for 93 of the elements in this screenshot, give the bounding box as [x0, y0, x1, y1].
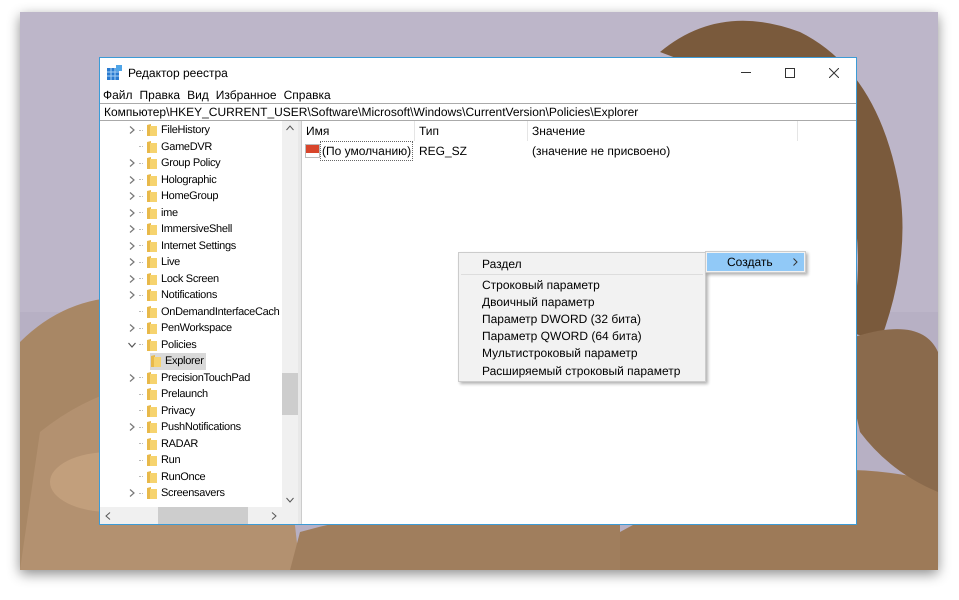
- expand-chevron-icon[interactable]: [128, 324, 136, 332]
- menu-item[interactable]: Вид: [187, 86, 209, 104]
- scrollbar-thumb[interactable]: [158, 507, 248, 524]
- expand-chevron-icon[interactable]: [128, 242, 136, 250]
- folder-icon: [146, 453, 158, 468]
- address-bar[interactable]: Компьютер\HKEY_CURRENT_USER\Software\Microsoft\Windows\CurrentVersion\Policies\Explorer: [100, 103, 856, 121]
- tree-item[interactable]: FileHistory: [146, 122, 212, 138]
- folder-icon: [146, 172, 158, 187]
- close-icon: [829, 68, 839, 78]
- expand-chevron-icon[interactable]: [128, 374, 136, 382]
- expand-chevron-icon[interactable]: [128, 208, 136, 217]
- expand-chevron-icon[interactable]: [128, 126, 136, 134]
- tree-item[interactable]: OnDemandInterfaceCach: [146, 304, 282, 320]
- folder-icon: [146, 189, 158, 204]
- tree-item[interactable]: Group Policy: [146, 155, 222, 172]
- folder-icon: [146, 387, 158, 402]
- folder-icon: [146, 206, 158, 220]
- menu-item[interactable]: Параметр QWORD (64 бита): [459, 328, 705, 345]
- menu-item[interactable]: Мультистроковый параметр: [459, 344, 705, 362]
- menu-item[interactable]: Строковый параметр: [459, 276, 705, 294]
- column-header[interactable]: Тип: [415, 121, 528, 141]
- string-value-icon: [305, 144, 320, 158]
- expand-chevron-icon[interactable]: [128, 258, 136, 266]
- folder-icon: [146, 420, 158, 434]
- tree-item[interactable]: PushNotifications: [146, 419, 243, 436]
- vertical-scrollbar[interactable]: [282, 121, 298, 507]
- tree-item[interactable]: Live: [146, 254, 182, 270]
- folder-icon: [146, 156, 158, 170]
- menu-item[interactable]: Правка: [140, 86, 180, 104]
- tree-item[interactable]: Internet Settings: [146, 238, 238, 254]
- submenu-chevron-icon: [793, 258, 798, 266]
- tree-item[interactable]: ime: [146, 204, 180, 221]
- expand-chevron-icon[interactable]: [128, 291, 136, 300]
- folder-icon: [146, 321, 158, 336]
- folder-icon: [146, 123, 158, 138]
- tree-item[interactable]: Prelaunch: [146, 386, 210, 402]
- tree-item[interactable]: Lock Screen: [146, 270, 221, 287]
- tree-item[interactable]: PrecisionTouchPad: [146, 370, 252, 386]
- menu-item[interactable]: Справка: [284, 86, 331, 104]
- tree-item[interactable]: RunOnce: [146, 468, 208, 485]
- column-header[interactable]: Значение: [528, 121, 798, 141]
- folder-icon: [146, 470, 158, 484]
- expand-chevron-icon[interactable]: [128, 159, 136, 168]
- tree-item[interactable]: RADAR: [146, 436, 200, 452]
- folder-icon: [146, 238, 158, 253]
- expand-chevron-icon[interactable]: [128, 489, 136, 498]
- menu-item[interactable]: Параметр DWORD (32 бита): [459, 310, 705, 328]
- folder-icon: [150, 354, 162, 368]
- menu-item[interactable]: Раздел: [459, 255, 705, 273]
- window-title: Редактор реестра: [128, 64, 228, 82]
- folder-icon: [146, 140, 158, 154]
- menu-item-label: Создать: [727, 254, 773, 271]
- column-header[interactable]: Имя: [302, 121, 415, 141]
- menu-item[interactable]: Избранное: [216, 86, 277, 104]
- folder-icon: [146, 338, 158, 352]
- horizontal-scrollbar[interactable]: [100, 507, 298, 524]
- folder-icon: [146, 370, 158, 385]
- tree-item[interactable]: Screensavers: [146, 485, 227, 502]
- scrollbar-thumb[interactable]: [282, 373, 298, 415]
- folder-icon: [146, 222, 158, 236]
- tree-item[interactable]: Run: [146, 452, 182, 468]
- tree-item[interactable]: Explorer: [150, 353, 206, 370]
- folder-icon: [146, 272, 158, 286]
- menu-item[interactable]: Двоичный параметр: [459, 293, 705, 310]
- folder-icon: [146, 404, 158, 418]
- expand-chevron-icon[interactable]: [128, 274, 136, 283]
- tree-item[interactable]: Notifications: [146, 287, 220, 304]
- expand-chevron-icon[interactable]: [128, 192, 136, 200]
- expand-chevron-icon[interactable]: [128, 423, 136, 432]
- maximize-icon: [785, 68, 795, 78]
- tree-item[interactable]: Holographic: [146, 172, 218, 188]
- folder-icon: [146, 486, 158, 500]
- tree-item[interactable]: HomeGroup: [146, 188, 220, 204]
- registry-app-icon: [106, 64, 122, 80]
- tree-item[interactable]: GameDVR: [146, 138, 214, 155]
- tree-item[interactable]: PenWorkspace: [146, 320, 234, 336]
- folder-icon: [146, 255, 158, 270]
- table-cell[interactable]: (По умолчанию): [320, 141, 414, 161]
- expand-chevron-icon[interactable]: [128, 225, 136, 234]
- tree-item[interactable]: Policies: [146, 336, 199, 353]
- folder-icon: [146, 304, 158, 319]
- minimize-icon: [741, 72, 751, 74]
- collapse-chevron-icon[interactable]: [128, 340, 136, 349]
- folder-icon: [146, 436, 158, 451]
- menu-item[interactable]: Файл: [103, 86, 133, 104]
- menu-item[interactable]: Расширяемый строковый параметр: [459, 362, 705, 380]
- table-cell-text: (значение не присвоено): [531, 143, 670, 160]
- tree-item[interactable]: Privacy: [146, 402, 197, 419]
- expand-chevron-icon[interactable]: [128, 176, 136, 184]
- folder-icon: [146, 288, 158, 302]
- table-cell-text: REG_SZ: [418, 143, 468, 160]
- tree-item[interactable]: ImmersiveShell: [146, 221, 234, 238]
- menu-item[interactable]: Создать: [707, 253, 804, 271]
